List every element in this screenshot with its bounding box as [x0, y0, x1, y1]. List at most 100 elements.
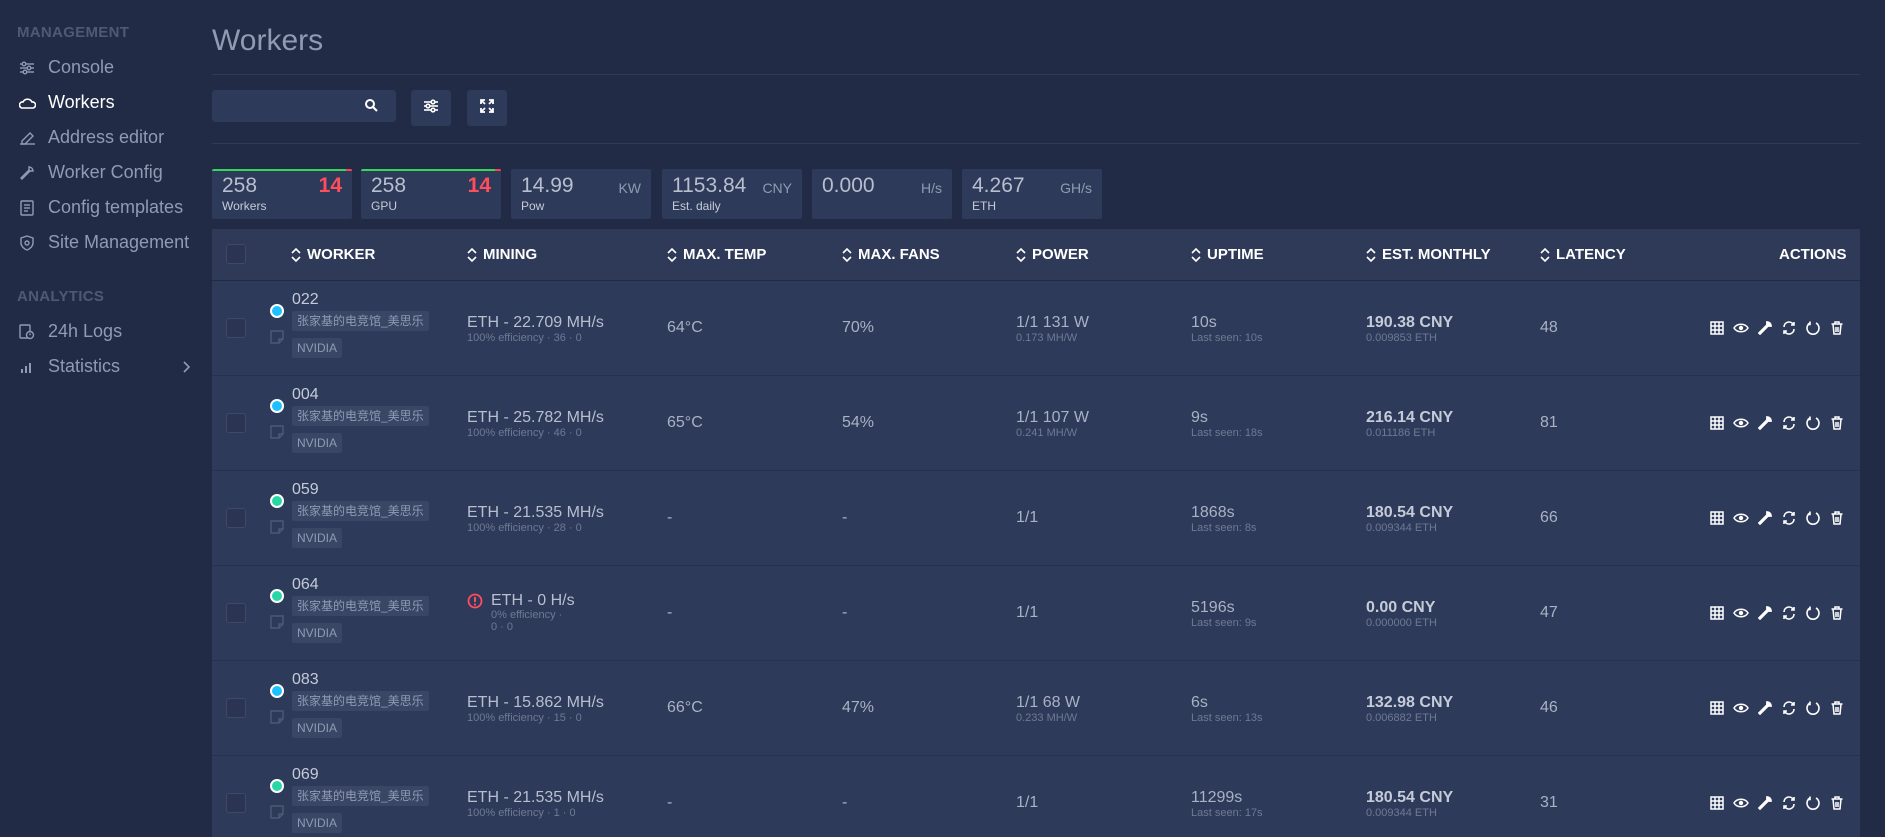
column-header-est-monthly[interactable]: EST. MONTHLY: [1366, 246, 1491, 263]
worker-name[interactable]: 083: [292, 671, 319, 689]
filter-button[interactable]: [411, 90, 451, 126]
worker-name[interactable]: 004: [292, 386, 319, 404]
grid-icon[interactable]: [1708, 319, 1726, 337]
row-actions: [1708, 414, 1846, 432]
table-row[interactable]: 064 张家基的电竞馆_美思乐 NVIDIA ETH - 0 H/s 0% effici…: [212, 566, 1860, 661]
restart-icon[interactable]: [1804, 604, 1822, 622]
table-row[interactable]: 004 张家基的电竞馆_美思乐 NVIDIA ETH - 25.782 MH/s 100…: [212, 376, 1860, 471]
worker-location-tag: 张家基的电竞馆_美思乐: [292, 691, 429, 711]
grid-icon[interactable]: [1708, 604, 1726, 622]
eye-icon[interactable]: [1732, 794, 1750, 812]
uptime: 1868s: [1191, 504, 1235, 521]
wrench-icon[interactable]: [1756, 319, 1774, 337]
stat-value: 258: [222, 174, 258, 197]
sidebar-item-address-editor[interactable]: Address editor: [0, 120, 208, 155]
sync-icon[interactable]: [1780, 414, 1798, 432]
column-header-uptime[interactable]: UPTIME: [1191, 246, 1264, 263]
sync-icon[interactable]: [1780, 319, 1798, 337]
sidebar-item-worker-config[interactable]: Worker Config: [0, 155, 208, 190]
trash-icon[interactable]: [1828, 794, 1846, 812]
note-icon[interactable]: [270, 425, 284, 444]
sidebar-item-24h-logs[interactable]: 24h Logs: [0, 314, 208, 349]
uptime: 5196s: [1191, 599, 1235, 616]
grid-icon[interactable]: [1708, 699, 1726, 717]
trash-icon[interactable]: [1828, 509, 1846, 527]
note-icon[interactable]: [270, 615, 284, 634]
wrench-icon[interactable]: [1756, 604, 1774, 622]
search-icon[interactable]: [364, 98, 378, 117]
restart-icon[interactable]: [1804, 699, 1822, 717]
wrench-icon: [18, 164, 36, 182]
mining-detail: 100% efficiency · 28 · 0: [467, 522, 582, 534]
eye-icon[interactable]: [1732, 319, 1750, 337]
sidebar-item-statistics[interactable]: Statistics: [0, 349, 208, 384]
note-icon[interactable]: [270, 330, 284, 349]
trash-icon[interactable]: [1828, 414, 1846, 432]
table-row[interactable]: 083 张家基的电竞馆_美思乐 NVIDIA ETH - 15.862 MH/s 100…: [212, 661, 1860, 756]
sort-icon: [1016, 247, 1026, 262]
restart-icon[interactable]: [1804, 319, 1822, 337]
sort-icon: [842, 247, 852, 262]
column-header-mining[interactable]: MINING: [467, 246, 537, 263]
table-row[interactable]: 069 张家基的电竞馆_美思乐 NVIDIA ETH - 21.535 MH/s 100…: [212, 756, 1860, 837]
wrench-icon[interactable]: [1756, 414, 1774, 432]
table-row[interactable]: 059 张家基的电竞馆_美思乐 NVIDIA ETH - 21.535 MH/s 100…: [212, 471, 1860, 566]
eye-icon[interactable]: [1732, 414, 1750, 432]
column-header-power[interactable]: POWER: [1016, 246, 1089, 263]
search-input[interactable]: [212, 90, 362, 122]
row-checkbox[interactable]: [226, 698, 246, 718]
restart-icon[interactable]: [1804, 509, 1822, 527]
worker-gpu-tag: NVIDIA: [292, 338, 343, 358]
note-icon[interactable]: [270, 520, 284, 539]
latency: 46: [1540, 699, 1558, 716]
trash-icon[interactable]: [1828, 699, 1846, 717]
wrench-icon[interactable]: [1756, 509, 1774, 527]
row-checkbox[interactable]: [226, 413, 246, 433]
fullscreen-button[interactable]: [467, 90, 507, 126]
restart-icon[interactable]: [1804, 794, 1822, 812]
worker-name[interactable]: 022: [292, 291, 319, 309]
worker-name[interactable]: 069: [292, 766, 319, 784]
column-header-worker[interactable]: WORKER: [291, 246, 375, 263]
row-checkbox[interactable]: [226, 508, 246, 528]
eye-icon[interactable]: [1732, 509, 1750, 527]
column-header-max-fans[interactable]: MAX. FANS: [842, 246, 940, 263]
column-label: MINING: [483, 246, 538, 263]
trash-icon[interactable]: [1828, 319, 1846, 337]
table-row[interactable]: 022 张家基的电竞馆_美思乐 NVIDIA ETH - 22.709 MH/s 100…: [212, 281, 1860, 376]
grid-icon[interactable]: [1708, 509, 1726, 527]
sync-icon[interactable]: [1780, 509, 1798, 527]
cloud-icon: [18, 94, 36, 112]
sidebar-item-config-templates[interactable]: Config templates: [0, 190, 208, 225]
row-checkbox[interactable]: [226, 318, 246, 338]
sync-icon[interactable]: [1780, 794, 1798, 812]
sidebar-item-site-management[interactable]: Site Management: [0, 225, 208, 260]
sync-icon[interactable]: [1780, 604, 1798, 622]
bar-chart-icon: [18, 358, 36, 376]
note-icon[interactable]: [270, 805, 284, 824]
wrench-icon[interactable]: [1756, 699, 1774, 717]
eye-icon[interactable]: [1732, 699, 1750, 717]
power: 1/1 131 W: [1016, 314, 1089, 331]
sidebar-item-console[interactable]: Console: [0, 50, 208, 85]
worker-name[interactable]: 064: [292, 576, 319, 594]
grid-icon[interactable]: [1708, 794, 1726, 812]
sync-icon[interactable]: [1780, 699, 1798, 717]
grid-icon[interactable]: [1708, 414, 1726, 432]
column-header-latency[interactable]: LATENCY: [1540, 246, 1626, 263]
row-checkbox[interactable]: [226, 793, 246, 813]
worker-name[interactable]: 059: [292, 481, 319, 499]
wrench-icon[interactable]: [1756, 794, 1774, 812]
note-icon[interactable]: [270, 710, 284, 729]
restart-icon[interactable]: [1804, 414, 1822, 432]
sidebar-item-label: Site Management: [48, 232, 190, 252]
row-checkbox[interactable]: [226, 603, 246, 623]
select-all-checkbox[interactable]: [226, 244, 246, 264]
eye-icon[interactable]: [1732, 604, 1750, 622]
sidebar-item-label: Console: [48, 57, 115, 77]
search-box[interactable]: [212, 90, 396, 122]
sidebar-item-workers[interactable]: Workers: [0, 85, 208, 120]
column-header-max-temp[interactable]: MAX. TEMP: [667, 246, 766, 263]
document-icon: [18, 199, 36, 217]
trash-icon[interactable]: [1828, 604, 1846, 622]
